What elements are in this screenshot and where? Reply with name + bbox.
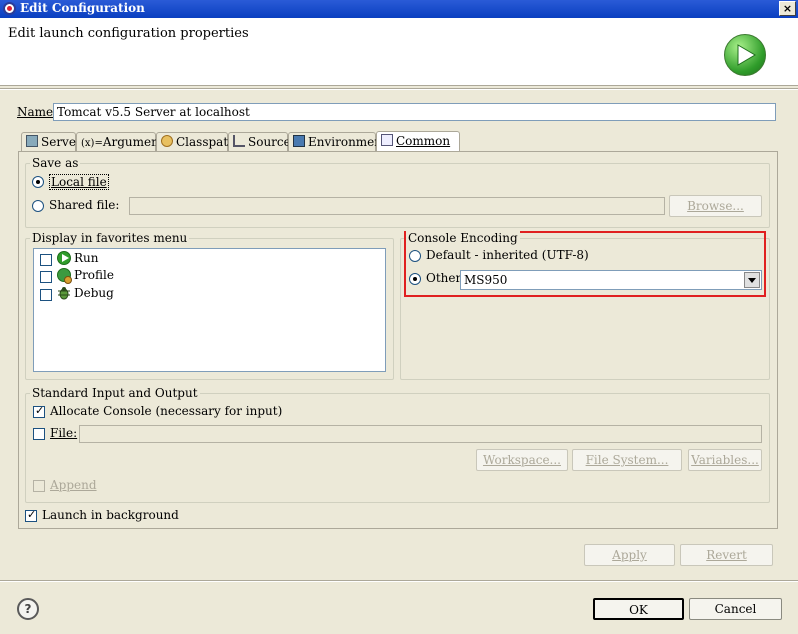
window-title: Edit Configuration <box>20 1 145 15</box>
favorite-profile-checkbox[interactable] <box>40 271 52 283</box>
header-title: Edit launch configuration properties <box>8 26 249 41</box>
local-file-label: Local file <box>49 174 109 190</box>
shared-file-label: Shared file: <box>49 198 120 212</box>
encoding-select[interactable]: MS950 <box>460 270 762 290</box>
variables-button[interactable]: Variables... <box>688 449 762 471</box>
save-as-group <box>25 163 770 228</box>
file-output-label: File: <box>50 426 78 440</box>
header-separator <box>0 88 798 90</box>
classpath-icon <box>161 135 173 147</box>
profile-icon <box>57 268 72 284</box>
favorite-debug-label: Debug <box>74 286 114 300</box>
save-as-title: Save as <box>30 156 81 170</box>
title-bar: Edit Configuration × <box>0 0 798 18</box>
file-output-input[interactable] <box>79 425 762 443</box>
tab-classpath[interactable]: Classpath <box>156 132 236 152</box>
revert-button[interactable]: Revert <box>680 544 773 566</box>
tab-source[interactable]: Source <box>228 132 291 152</box>
tab-arguments[interactable]: (x)=Arguments <box>76 132 170 152</box>
allocate-console-label: Allocate Console (necessary for input) <box>50 404 283 418</box>
help-icon[interactable]: ? <box>17 598 39 620</box>
tab-server[interactable]: Server <box>21 132 82 152</box>
file-system-button[interactable]: File System... <box>572 449 682 471</box>
favorite-debug-checkbox[interactable] <box>40 289 52 301</box>
other-encoding-label: Other <box>426 271 462 285</box>
favorite-run-checkbox[interactable] <box>40 254 52 266</box>
close-button[interactable]: × <box>779 1 796 16</box>
environment-icon <box>293 135 305 147</box>
name-input[interactable] <box>53 103 776 121</box>
app-icon <box>3 2 16 15</box>
run-icon <box>57 251 71 265</box>
footer-separator <box>0 580 798 582</box>
launch-background-label: Launch in background <box>42 508 179 522</box>
default-encoding-label: Default - inherited (UTF-8) <box>426 248 589 262</box>
local-file-radio[interactable] <box>32 176 44 188</box>
tab-common[interactable]: Common <box>376 131 460 153</box>
std-io-title: Standard Input and Output <box>30 386 200 400</box>
default-encoding-radio[interactable] <box>409 250 421 262</box>
append-label: Append <box>50 478 97 492</box>
file-output-checkbox[interactable] <box>33 428 45 440</box>
other-encoding-radio[interactable] <box>409 273 421 285</box>
favorite-run-label: Run <box>74 251 99 265</box>
chevron-down-icon[interactable] <box>744 272 760 288</box>
favorites-list <box>33 248 386 372</box>
favorite-profile-label: Profile <box>74 268 114 282</box>
cancel-button[interactable]: Cancel <box>689 598 782 620</box>
name-label: Name: <box>17 105 58 119</box>
browse-button[interactable]: Browse... <box>669 195 762 217</box>
apply-button[interactable]: Apply <box>584 544 675 566</box>
common-icon <box>381 134 393 146</box>
dialog-header: Edit launch configuration properties <box>0 18 798 86</box>
launch-background-checkbox[interactable] <box>25 508 37 522</box>
append-checkbox[interactable] <box>33 480 45 492</box>
debug-icon <box>57 286 71 300</box>
workspace-button[interactable]: Workspace... <box>476 449 568 471</box>
ok-button[interactable]: OK <box>593 598 684 620</box>
arguments-icon: (x)= <box>81 138 103 149</box>
console-encoding-title: Console Encoding <box>406 231 520 245</box>
allocate-console-checkbox[interactable] <box>33 404 45 418</box>
server-icon <box>26 135 38 147</box>
source-icon <box>233 135 245 147</box>
tab-environment[interactable]: Environment <box>288 132 387 152</box>
shared-file-input[interactable] <box>129 197 665 215</box>
shared-file-radio[interactable] <box>32 200 44 212</box>
run-launch-icon <box>724 34 766 76</box>
encoding-select-value: MS950 <box>464 273 508 287</box>
favorites-title: Display in favorites menu <box>30 231 190 245</box>
